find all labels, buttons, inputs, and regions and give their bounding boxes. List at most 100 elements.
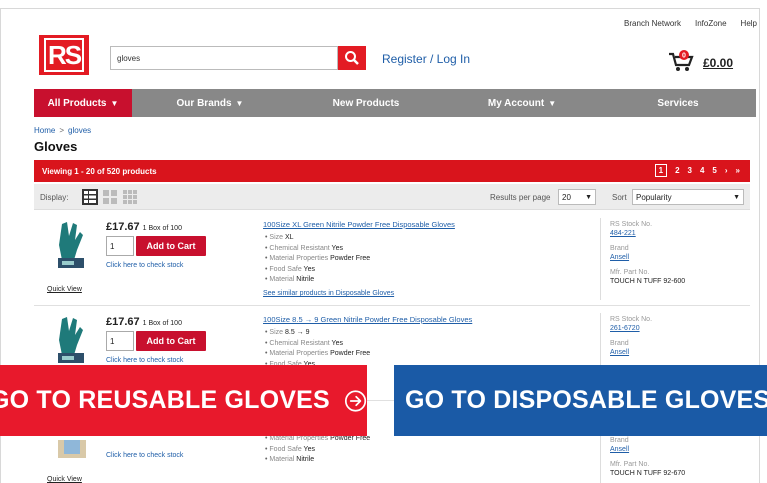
attribute-value: Powder Free: [330, 255, 371, 262]
attribute-key: Food Safe: [269, 265, 302, 273]
mfr-part-value: TOUCH N TUFF 92-600: [610, 278, 686, 285]
results-per-page-value: 20: [562, 193, 571, 202]
attribute-value: Yes: [331, 339, 343, 347]
breadcrumb-home[interactable]: Home: [34, 126, 55, 135]
results-bar: Viewing 1 - 20 of 520 products 1 2 3 4 5…: [34, 160, 750, 182]
quantity-input[interactable]: 1: [106, 331, 134, 351]
register-login-link[interactable]: Register / Log In: [382, 52, 470, 66]
attribute-value: 8.5 → 9: [284, 329, 310, 336]
nav-all-products[interactable]: All Products ▼: [34, 89, 132, 117]
check-stock-link[interactable]: Click here to check stock: [106, 357, 183, 364]
product-attributes: Material Properties Powder Free Food Saf…: [265, 434, 370, 466]
stock-no-link[interactable]: 484-221: [610, 229, 685, 238]
attribute-value: Powder Free: [330, 435, 371, 442]
next-page-link[interactable]: ›: [725, 166, 728, 175]
reusable-gloves-label: GO TO REUSABLE GLOVES: [0, 386, 330, 414]
help-link[interactable]: Help: [741, 19, 757, 28]
arrow-right-circle-icon: [344, 389, 367, 412]
product-attributes: Size 8.5 → 9 Chemical Resistant Yes Mate…: [265, 328, 370, 370]
results-toolbar: Display: Results per page 20 ▼ Sort Popu…: [34, 184, 750, 210]
attribute-value: Powder Free: [330, 350, 371, 357]
breadcrumb-current[interactable]: gloves: [68, 126, 91, 135]
brand-link[interactable]: Ansell: [610, 348, 652, 357]
add-to-cart-button[interactable]: Add to Cart: [136, 331, 206, 351]
column-divider: [600, 218, 601, 300]
attribute-key: Chemical Resistant: [269, 244, 330, 252]
compact-grid-view-icon[interactable]: [122, 189, 138, 205]
page-link[interactable]: 2: [675, 166, 679, 175]
page-link[interactable]: 4: [700, 166, 704, 175]
sort-select[interactable]: Popularity ▼: [632, 189, 744, 205]
pack-size: 1 Box of 100: [142, 225, 182, 232]
price-value: £17.67: [106, 316, 140, 328]
attribute-item: Material Properties Powder Free: [265, 254, 370, 265]
product-title-link[interactable]: 100Size XL Green Nitrile Powder Free Dis…: [263, 220, 455, 229]
attribute-item: Food Safe Yes: [265, 445, 370, 456]
rs-logo[interactable]: RS: [39, 35, 89, 75]
page-link[interactable]: 3: [688, 166, 692, 175]
attribute-key: Material Properties: [269, 435, 329, 442]
infozone-link[interactable]: InfoZone: [695, 19, 727, 28]
quick-view-link[interactable]: Quick View: [47, 476, 82, 483]
attribute-item: Material Properties Powder Free: [265, 349, 370, 360]
quick-view-link[interactable]: Quick View: [47, 286, 82, 293]
cart-icon[interactable]: 0: [668, 50, 694, 72]
caret-down-icon: ▼: [585, 194, 592, 201]
reusable-gloves-banner[interactable]: GO TO REUSABLE GLOVES: [0, 365, 367, 436]
results-count: Viewing 1 - 20 of 520 products: [42, 167, 157, 176]
brand-label: Brand: [610, 340, 629, 347]
results-per-page-select[interactable]: 20 ▼: [558, 189, 596, 205]
page-link[interactable]: 5: [712, 166, 716, 175]
nav-new-products[interactable]: New Products: [288, 89, 444, 117]
brand-link[interactable]: Ansell: [610, 253, 685, 262]
page-link-current[interactable]: 1: [654, 164, 668, 177]
branch-network-link[interactable]: Branch Network: [624, 19, 681, 28]
attribute-key: Material: [269, 276, 295, 283]
attribute-value: Nitrile: [296, 276, 315, 283]
mfr-part-label: Mfr. Part No.: [610, 461, 650, 468]
similar-products-link[interactable]: See similar products in Disposable Glove…: [263, 290, 394, 297]
nav-label: Services: [657, 97, 699, 109]
attribute-key: Size: [269, 329, 284, 336]
check-stock-link[interactable]: Click here to check stock: [106, 262, 183, 269]
brand-label: Brand: [610, 245, 629, 252]
check-stock-link[interactable]: Click here to check stock: [106, 452, 183, 459]
search-input[interactable]: gloves: [110, 46, 338, 70]
product-meta: Brand Ansell Mfr. Part No. TOUCH N TUFF …: [610, 436, 685, 478]
caret-down-icon: ▼: [733, 194, 740, 201]
nav-services[interactable]: Services: [600, 89, 756, 117]
stock-no-link[interactable]: 261-6720: [610, 324, 652, 333]
product-thumbnail[interactable]: [50, 220, 90, 270]
chevron-down-icon: ▼: [235, 98, 244, 108]
search-button[interactable]: [338, 46, 366, 70]
sort-label: Sort: [612, 193, 627, 202]
attribute-item: Size 8.5 → 9: [265, 328, 370, 339]
product-thumbnail[interactable]: [50, 315, 90, 365]
product-title-link[interactable]: 100Size 8.5 → 9 Green Nitrile Powder Fre…: [263, 315, 472, 324]
add-to-cart-button[interactable]: Add to Cart: [136, 236, 206, 256]
page-title: Gloves: [34, 139, 78, 154]
brand-label: Brand: [610, 437, 629, 444]
mfr-part-value: TOUCH N TUFF 92-670: [610, 470, 686, 477]
nav-our-brands[interactable]: Our Brands ▼: [132, 89, 288, 117]
product-meta: RS Stock No. 261-6720 Brand Ansell: [610, 315, 652, 363]
page: Branch Network InfoZone Help RS gloves R…: [0, 0, 767, 483]
pagination: 1 2 3 4 5 › »: [654, 164, 740, 177]
main-nav: All Products ▼ Our Brands ▼ New Products…: [34, 89, 756, 117]
quantity-input[interactable]: 1: [106, 236, 134, 256]
disposable-gloves-banner[interactable]: GO TO DISPOSABLE GLOVES: [394, 365, 767, 436]
top-links: Branch Network InfoZone Help: [624, 19, 757, 28]
display-label: Display:: [40, 193, 69, 202]
grid-view-icon[interactable]: [102, 189, 118, 205]
attribute-value: Yes: [303, 445, 315, 453]
last-page-link[interactable]: »: [736, 166, 740, 175]
breadcrumb-separator: >: [59, 126, 65, 135]
attribute-item: Food Safe Yes: [265, 265, 370, 276]
product-row: Quick View £17.67 1 Box of 100 1 Add to C…: [34, 212, 750, 306]
list-view-icon[interactable]: [82, 189, 98, 205]
logo-text: RS: [43, 38, 85, 72]
brand-link[interactable]: Ansell: [610, 445, 685, 454]
cart-total[interactable]: £0.00: [703, 56, 733, 70]
nav-my-account[interactable]: My Account ▼: [444, 89, 600, 117]
attribute-item: Chemical Resistant Yes: [265, 244, 370, 255]
